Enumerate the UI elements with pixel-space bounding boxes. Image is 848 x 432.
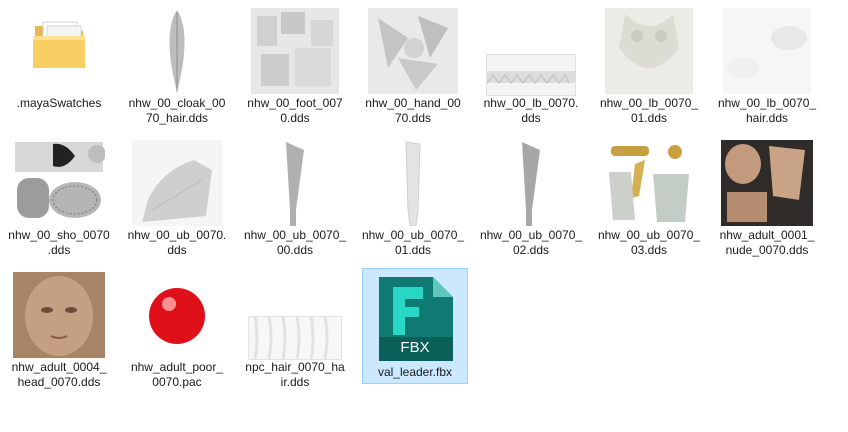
foot-texture-thumbnail [251, 8, 339, 94]
body-texture-thumbnail [605, 8, 693, 94]
hair-texture-thumbnail [723, 8, 811, 94]
file-item-cloak-hair[interactable]: nhw_00_cloak_00 70_hair.dds [118, 0, 236, 130]
file-name: nhw_adult_0001_ nude_0070.dds [719, 228, 815, 257]
file-item-nude[interactable]: nhw_adult_0001_ nude_0070.dds [708, 132, 826, 262]
shoulder-texture-thumbnail [13, 140, 105, 226]
file-item-lb-01[interactable]: nhw_00_lb_0070_ 01.dds [590, 0, 708, 130]
file-item-val-leader-fbx[interactable]: FBX val_leader.fbx [362, 268, 468, 384]
file-item-ub[interactable]: nhw_00_ub_0070. dds [118, 132, 236, 262]
file-name: nhw_00_sho_0070 .dds [8, 228, 110, 257]
skin-texture-thumbnail [721, 140, 813, 226]
file-name: nhw_00_foot_007 0.dds [247, 96, 343, 125]
file-name: nhw_00_ub_0070_ 03.dds [597, 228, 701, 257]
file-item-lb[interactable]: nhw_00_lb_0070. dds [472, 0, 590, 130]
file-name: val_leader.fbx [377, 365, 453, 379]
hair-strands-thumbnail [248, 316, 342, 360]
file-explorer-view: .mayaSwatches nhw_00_cloak_00 70_hair.dd… [0, 0, 848, 432]
face-texture-thumbnail [13, 272, 105, 358]
file-item-foot[interactable]: nhw_00_foot_007 0.dds [236, 0, 354, 130]
file-item-ub-00[interactable]: nhw_00_ub_0070_ 00.dds [236, 132, 354, 262]
file-name: nhw_adult_poor_ 0070.pac [130, 360, 224, 389]
file-item-mayaswatches[interactable]: .mayaSwatches [0, 0, 118, 130]
blade-texture-thumbnail [518, 140, 544, 226]
file-name: npc_hair_0070_ha ir.dds [245, 360, 345, 389]
file-item-lb-hair[interactable]: nhw_00_lb_0070_ hair.dds [708, 0, 826, 130]
hand-texture-thumbnail [368, 8, 458, 94]
file-item-ub-02[interactable]: nhw_00_ub_0070_ 02.dds [472, 132, 590, 262]
armor-texture-thumbnail [605, 140, 693, 226]
file-item-hand[interactable]: nhw_00_hand_00 70.dds [354, 0, 472, 130]
file-name: nhw_00_ub_0070_ 00.dds [243, 228, 347, 257]
cloth-texture-thumbnail [132, 140, 222, 226]
fbx-badge-text: FBX [400, 339, 430, 356]
file-name: nhw_00_ub_0070_ 01.dds [361, 228, 465, 257]
fbx-icon: FBX [375, 275, 455, 363]
file-name: nhw_00_cloak_00 70_hair.dds [128, 96, 226, 125]
file-name: nhw_adult_0004_ head_0070.dds [11, 360, 107, 389]
file-item-head[interactable]: nhw_adult_0004_ head_0070.dds [0, 264, 118, 394]
file-name: nhw_00_lb_0070. dds [483, 96, 579, 125]
file-name: nhw_00_ub_0070_ 02.dds [479, 228, 583, 257]
red-ball-icon [147, 286, 207, 346]
file-name: nhw_00_hand_00 70.dds [365, 96, 461, 125]
file-item-ub-01[interactable]: nhw_00_ub_0070_ 01.dds [354, 132, 472, 262]
file-name: .mayaSwatches [16, 96, 102, 110]
file-item-ub-03[interactable]: nhw_00_ub_0070_ 03.dds [590, 132, 708, 262]
blade-texture-thumbnail [400, 140, 426, 226]
file-item-poor-pac[interactable]: nhw_adult_poor_ 0070.pac [118, 264, 236, 394]
strip-texture-thumbnail [486, 54, 576, 96]
file-name: nhw_00_ub_0070. dds [127, 228, 227, 257]
feather-texture-thumbnail [164, 8, 190, 94]
file-item-npc-hair[interactable]: npc_hair_0070_ha ir.dds [236, 264, 354, 394]
blade-texture-thumbnail [282, 140, 308, 226]
file-item-sho[interactable]: nhw_00_sho_0070 .dds [0, 132, 118, 262]
folder-icon [29, 14, 89, 74]
file-name: nhw_00_lb_0070_ 01.dds [599, 96, 699, 125]
file-name: nhw_00_lb_0070_ hair.dds [717, 96, 817, 125]
